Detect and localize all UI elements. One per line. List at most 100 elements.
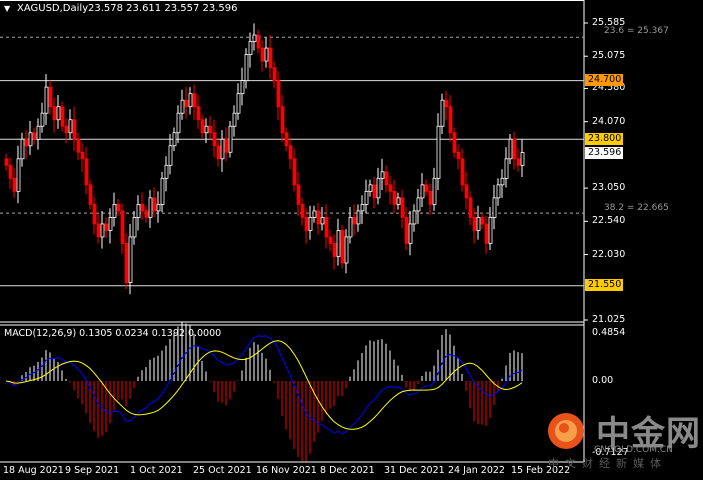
candle-bull bbox=[416, 197, 421, 212]
candle-bull bbox=[68, 119, 73, 134]
date-label: 9 Sep 2021 bbox=[65, 465, 120, 476]
candle-bear bbox=[4, 158, 9, 166]
candle-bear bbox=[200, 119, 205, 134]
candle-bull bbox=[148, 197, 153, 218]
candle-bear bbox=[140, 203, 145, 212]
candle-bear bbox=[80, 151, 85, 160]
macd-axis-top: 0.4854 bbox=[592, 327, 626, 338]
date-label: 31 Dec 2021 bbox=[384, 465, 445, 476]
candle-bear bbox=[88, 184, 93, 205]
candle-bull bbox=[160, 177, 165, 205]
candle-bear bbox=[152, 197, 157, 212]
candle-bull bbox=[488, 217, 493, 244]
candle-bear bbox=[304, 217, 309, 231]
candle-bear bbox=[484, 223, 489, 244]
candle-bear bbox=[64, 125, 69, 134]
candle-bear bbox=[24, 138, 29, 147]
candle-bear bbox=[256, 34, 261, 49]
candle-bear bbox=[316, 210, 321, 225]
candle-bull bbox=[364, 190, 369, 205]
candle-bull bbox=[476, 217, 481, 231]
watermark-logo bbox=[548, 413, 584, 449]
candle-bull bbox=[360, 203, 365, 212]
candle-bear bbox=[296, 184, 301, 205]
candle-bull bbox=[44, 86, 49, 114]
candle-bull bbox=[164, 164, 169, 179]
candle-bull bbox=[348, 217, 353, 238]
candle-bull bbox=[408, 223, 413, 244]
candle-bear bbox=[196, 106, 201, 121]
candle-bull bbox=[244, 54, 249, 82]
fib-label-23.6: 23.6 = 25.367 bbox=[604, 26, 669, 36]
candle-bull bbox=[500, 177, 505, 186]
candle-bull bbox=[136, 203, 141, 218]
candle-bull bbox=[228, 125, 233, 153]
candles bbox=[4, 23, 525, 295]
candle-bull bbox=[264, 47, 269, 62]
candle-bull bbox=[176, 112, 181, 134]
candle-bear bbox=[8, 164, 13, 179]
candle-bear bbox=[104, 223, 109, 231]
candle-bear bbox=[464, 184, 469, 199]
candle-bear bbox=[280, 106, 285, 134]
candle-bear bbox=[76, 138, 81, 153]
fib-label-38.2: 38.2 = 22.665 bbox=[604, 203, 669, 213]
candle-bull bbox=[36, 125, 41, 140]
ohlc-readout: 23.578 23.611 23.557 23.596 bbox=[88, 3, 238, 14]
candle-bull bbox=[172, 132, 177, 147]
candle-bull bbox=[320, 217, 325, 225]
level-tag-21550: 21.550 bbox=[585, 279, 623, 291]
candle-bear bbox=[288, 145, 293, 160]
candle-bull bbox=[344, 236, 349, 264]
level-tag-23800: 23.800 bbox=[585, 133, 623, 145]
candle-bull bbox=[496, 184, 501, 199]
candle-bear bbox=[472, 217, 477, 231]
candle-bear bbox=[32, 132, 37, 140]
candle-bear bbox=[372, 184, 377, 199]
candle-bull bbox=[368, 184, 373, 192]
candle-bear bbox=[392, 190, 397, 205]
current-price-tag: 23.596 bbox=[585, 147, 623, 159]
candle-bear bbox=[452, 132, 457, 153]
candle-bear bbox=[276, 80, 281, 108]
price-axis-tick: 22.030 bbox=[592, 248, 626, 260]
candle-bear bbox=[480, 217, 485, 225]
watermark-slogan: 中文财经新媒体 bbox=[548, 457, 667, 470]
candle-bull bbox=[336, 230, 341, 257]
date-label: 24 Jan 2022 bbox=[448, 465, 505, 476]
price-axis-tick: 23.050 bbox=[592, 182, 626, 194]
candle-bear bbox=[72, 119, 77, 140]
candle-bull bbox=[112, 203, 117, 218]
candle-bull bbox=[436, 125, 441, 179]
candle-bull bbox=[508, 138, 513, 160]
candle-bull bbox=[396, 197, 401, 205]
candle-bull bbox=[232, 112, 237, 127]
date-label: 8 Dec 2021 bbox=[320, 465, 375, 476]
candle-bear bbox=[144, 210, 149, 218]
candle-bear bbox=[52, 106, 57, 121]
candle-bull bbox=[248, 41, 253, 55]
date-label: 25 Oct 2021 bbox=[193, 465, 252, 476]
date-label: 1 Oct 2021 bbox=[130, 465, 183, 476]
candle-bear bbox=[48, 86, 53, 108]
candle-bull bbox=[180, 99, 185, 114]
candle-bear bbox=[284, 132, 289, 147]
candle-bear bbox=[300, 203, 305, 218]
candle-bear bbox=[428, 190, 433, 205]
date-label: 16 Nov 2021 bbox=[256, 465, 317, 476]
macd-pane bbox=[5, 322, 523, 462]
price-axis-tick: 25.075 bbox=[592, 50, 626, 62]
symbol-dropdown-icon[interactable]: ▼ bbox=[4, 4, 10, 13]
candle-bear bbox=[460, 158, 465, 186]
macd-label: MACD(12,26,9) 0.1305 0.0234 0.1392 0.000… bbox=[4, 328, 222, 339]
candle-bear bbox=[324, 217, 329, 238]
candle-bull bbox=[56, 106, 61, 121]
candle-bear bbox=[96, 223, 101, 238]
candle-bear bbox=[260, 47, 265, 62]
candle-bull bbox=[156, 203, 161, 212]
candle-bull bbox=[100, 223, 105, 238]
candle-bear bbox=[292, 158, 297, 186]
candle-bear bbox=[212, 132, 217, 147]
candle-bear bbox=[424, 184, 429, 192]
price-axis-tick: 22.540 bbox=[592, 215, 626, 227]
